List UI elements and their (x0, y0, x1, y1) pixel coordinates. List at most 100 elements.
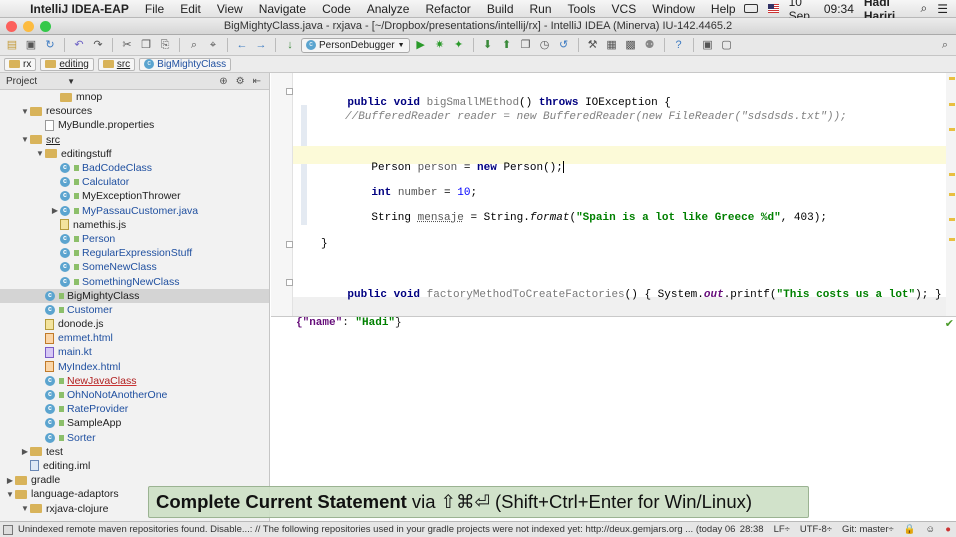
menu-vcs[interactable]: VCS (604, 2, 645, 16)
toggle-tool-windows-icon[interactable] (3, 524, 13, 535)
copy-icon[interactable]: ❐ (138, 38, 154, 53)
menu-tools[interactable]: Tools (560, 2, 604, 16)
menu-view[interactable]: View (209, 2, 251, 16)
debug-icon[interactable]: ✷ (432, 38, 448, 53)
code-line-comment[interactable]: //BufferedReader reader = new BufferedRe… (345, 111, 847, 123)
breadcrumb-item-editing[interactable]: editing (40, 57, 94, 71)
tree-item[interactable]: c Person (0, 232, 269, 246)
tree-item[interactable]: c MyExceptionThrower (0, 189, 269, 203)
expand-arrow-icon[interactable]: ▼ (20, 107, 30, 116)
external-tools-icon[interactable]: ▢ (719, 38, 735, 53)
undo-icon[interactable]: ↶ (71, 38, 87, 53)
tree-item[interactable]: MyIndex.html (0, 360, 269, 374)
code-line-close-brace[interactable]: } (321, 238, 328, 250)
warning-stripe-mark[interactable] (949, 173, 955, 176)
warning-stripe-mark[interactable] (949, 193, 955, 196)
tree-item[interactable]: c SampleApp (0, 416, 269, 430)
project-view-selector[interactable]: Project (6, 76, 37, 87)
menu-run[interactable]: Run (522, 2, 560, 16)
warning-stripe-mark[interactable] (949, 218, 955, 221)
tree-item[interactable]: c SomeNewClass (0, 260, 269, 274)
open-folder-icon[interactable]: ▤ (4, 38, 20, 53)
tree-item[interactable]: c NewJavaClass (0, 374, 269, 388)
expand-arrow-icon[interactable]: ▼ (20, 135, 30, 144)
tree-item[interactable]: c BigMightyClass (0, 288, 269, 303)
app-menu[interactable]: IntelliJ IDEA-EAP (26, 2, 137, 16)
error-stripe[interactable] (946, 73, 956, 316)
chevron-down-icon[interactable]: ▼ (67, 77, 75, 86)
menu-window[interactable]: Window (644, 2, 703, 16)
encoding-selector[interactable]: UTF-8÷ (795, 524, 837, 535)
tree-item[interactable]: emmet.html (0, 331, 269, 345)
settings-icon[interactable]: ⚒ (585, 38, 601, 53)
tree-item[interactable]: ▼ resources (0, 104, 269, 118)
spotlight-search-icon[interactable]: ⌕ (920, 1, 927, 16)
code-editor[interactable]: public void bigSmallMEthod() throws IOEx… (271, 73, 956, 316)
tree-item[interactable]: ▼ editingstuff (0, 147, 269, 161)
find-icon[interactable]: ⌕ (186, 38, 202, 53)
back-icon[interactable]: ← (234, 38, 250, 53)
paste-icon[interactable]: ⎘ (157, 38, 173, 53)
battery-icon[interactable] (743, 4, 758, 13)
collapse-arrow-icon[interactable]: ▶ (50, 206, 60, 215)
run-icon[interactable]: ▶ (413, 38, 429, 53)
tree-item[interactable]: editing.iml (0, 459, 269, 473)
fold-marker-icon[interactable] (286, 88, 293, 95)
window-zoom-button[interactable] (40, 21, 51, 32)
scroll-from-source-icon[interactable]: ⊕ (219, 76, 227, 87)
tree-item[interactable]: c Sorter (0, 431, 269, 445)
caret-position[interactable]: 28:38 (735, 524, 769, 535)
hide-panel-icon[interactable]: ⇤ (253, 76, 261, 87)
tree-item[interactable]: c Calculator (0, 175, 269, 189)
gear-icon[interactable]: ⚙ (236, 76, 245, 87)
forward-icon[interactable]: → (253, 38, 269, 53)
vcs-compare-icon[interactable]: ❐ (518, 38, 534, 53)
menu-analyze[interactable]: Analyze (359, 2, 418, 16)
fold-marker-icon[interactable] (286, 279, 293, 286)
collapse-arrow-icon[interactable]: ▶ (20, 447, 30, 456)
status-message[interactable]: Unindexed remote maven repositories foun… (18, 524, 735, 535)
tree-item[interactable]: ▶ test (0, 445, 269, 459)
breadcrumb-item-bigmightyclass[interactable]: c BigMightyClass (139, 57, 232, 71)
expand-arrow-icon[interactable]: ▼ (20, 504, 30, 513)
search-everywhere-icon[interactable]: ⌕ (940, 38, 956, 53)
sdk-manager-icon[interactable]: ▩ (623, 38, 639, 53)
vcs-revert-icon[interactable]: ↺ (556, 38, 572, 53)
help-icon[interactable]: ? (671, 38, 687, 53)
save-all-icon[interactable]: ▣ (23, 38, 39, 53)
menu-edit[interactable]: Edit (172, 2, 209, 16)
breadcrumb-item-rx[interactable]: rx (4, 57, 37, 71)
tree-item[interactable]: c RegularExpressionStuff (0, 246, 269, 260)
expand-arrow-icon[interactable]: ▼ (5, 490, 15, 499)
android-icon[interactable]: ⚉ (642, 38, 658, 53)
menu-build[interactable]: Build (479, 2, 522, 16)
replace-icon[interactable]: ⌖ (205, 38, 221, 53)
tree-item[interactable]: donode.js (0, 317, 269, 331)
menu-refactor[interactable]: Refactor (417, 2, 478, 16)
vcs-history-icon[interactable]: ◷ (537, 38, 553, 53)
tree-item[interactable]: c BadCodeClass (0, 161, 269, 175)
vcs-update-icon[interactable]: ⬇ (480, 38, 496, 53)
input-source-flag-icon[interactable] (767, 4, 779, 13)
tree-item[interactable]: namethis.js (0, 218, 269, 232)
tree-item[interactable]: ▼ src (0, 133, 269, 147)
git-branch-selector[interactable]: Git: master÷ (837, 524, 899, 535)
synchronize-icon[interactable]: ↻ (42, 38, 58, 53)
menubar-time[interactable]: 09:34 (824, 2, 854, 16)
make-project-icon[interactable]: ↓ (282, 38, 298, 53)
json-content[interactable]: {"name": "Hadi"} (296, 317, 402, 329)
code-line-mensaje[interactable]: String mensaje = String.format("Spain is… (345, 200, 827, 236)
menu-help[interactable]: Help (703, 2, 744, 16)
tree-item[interactable]: ▶ c MyPassauCustomer.java (0, 204, 269, 218)
presentation-icon[interactable]: ▣ (700, 38, 716, 53)
tree-item[interactable]: c OhNoNotAnotherOne (0, 388, 269, 402)
cut-icon[interactable]: ✂ (119, 38, 135, 53)
breadcrumb-item-src[interactable]: src (97, 57, 136, 71)
window-minimize-button[interactable] (23, 21, 34, 32)
lock-icon[interactable]: 🔒 (899, 524, 921, 535)
inspector-icon[interactable]: ☺ (921, 524, 941, 535)
warning-stripe-mark[interactable] (949, 128, 955, 131)
editor-gutter[interactable] (271, 73, 293, 316)
tree-item[interactable]: mnop (0, 90, 269, 104)
tree-item[interactable]: MyBundle.properties (0, 118, 269, 132)
